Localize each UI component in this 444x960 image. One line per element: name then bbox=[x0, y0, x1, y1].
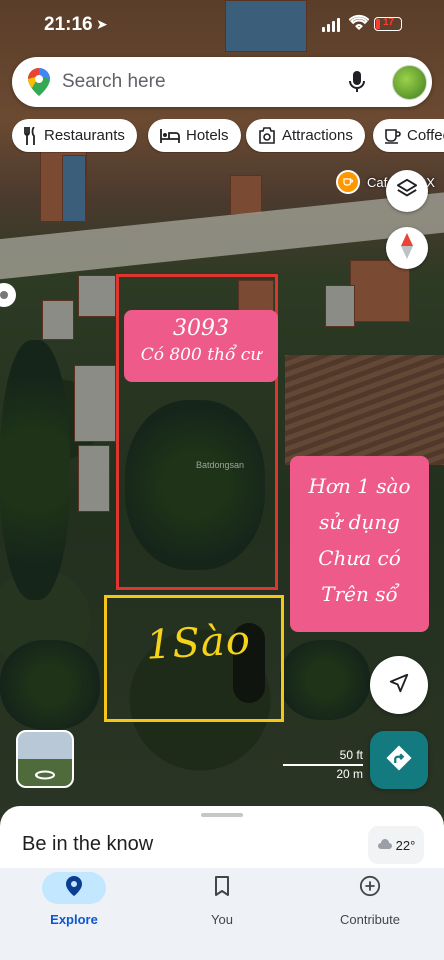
tree-cluster bbox=[280, 640, 370, 720]
search-input[interactable]: Search here bbox=[62, 71, 166, 93]
building bbox=[62, 155, 86, 222]
chip-hotels[interactable]: Hotels bbox=[148, 119, 241, 152]
mic-icon[interactable] bbox=[348, 70, 366, 99]
weather-chip[interactable]: 22° bbox=[368, 826, 424, 864]
tab-label: You bbox=[211, 912, 233, 927]
location-arrow-icon: ➤ bbox=[96, 16, 108, 32]
annotation-usage-note: Hơn 1 sào sử dụng Chưa có Trên sổ bbox=[290, 456, 429, 632]
cloud-icon bbox=[377, 838, 393, 853]
street-view-thumbnail[interactable] bbox=[16, 730, 74, 788]
lot-subtitle-text: Có 800 thổ cư bbox=[140, 345, 262, 365]
battery-level: 17 bbox=[383, 17, 395, 28]
sheet-title: Be in the know bbox=[22, 833, 154, 855]
layers-button[interactable] bbox=[386, 170, 428, 212]
chip-label: Attractions bbox=[282, 127, 353, 144]
bed-icon bbox=[160, 128, 180, 143]
usage-note-line: sử dụng bbox=[319, 510, 400, 534]
building bbox=[78, 445, 110, 512]
navigation-arrow-icon bbox=[388, 672, 410, 699]
directions-button[interactable] bbox=[370, 731, 428, 789]
lot-number-text: 3093 bbox=[173, 316, 229, 341]
compass-button[interactable] bbox=[386, 227, 428, 269]
bottom-navigation: Explore You Contribute bbox=[0, 868, 444, 960]
compass-icon bbox=[400, 232, 414, 264]
chip-coffee[interactable]: Coffee bbox=[373, 119, 444, 152]
watermark: Batdongsan bbox=[196, 460, 245, 470]
building bbox=[78, 275, 116, 317]
clock: 21:16 bbox=[44, 14, 93, 35]
layers-icon bbox=[396, 178, 418, 205]
rotate-360-icon bbox=[31, 770, 59, 784]
building bbox=[350, 260, 410, 322]
tab-you[interactable]: You bbox=[148, 868, 296, 938]
drag-handle[interactable] bbox=[201, 813, 243, 817]
scale-feet: 50 ft bbox=[339, 748, 363, 762]
tree-cluster bbox=[0, 340, 70, 600]
coffee-icon[interactable] bbox=[336, 170, 360, 194]
maps-logo-icon bbox=[28, 68, 50, 101]
chip-label: Restaurants bbox=[44, 127, 125, 144]
tree-cluster bbox=[0, 640, 100, 730]
tab-label: Explore bbox=[50, 912, 98, 927]
plus-circle-icon bbox=[359, 875, 381, 902]
chip-label: Coffee bbox=[407, 127, 444, 144]
explore-pin-icon bbox=[66, 875, 82, 901]
bookmark-icon bbox=[214, 875, 230, 901]
handwritten-area-label: 1Sào bbox=[144, 617, 252, 669]
place-marker-icon[interactable] bbox=[0, 283, 16, 307]
status-bar: 21:16 ➤ 17 bbox=[0, 0, 444, 52]
battery-icon: 17 bbox=[374, 17, 402, 31]
chip-label: Hotels bbox=[186, 127, 229, 144]
avatar[interactable] bbox=[392, 65, 427, 100]
my-location-button[interactable] bbox=[370, 656, 428, 714]
building bbox=[230, 175, 262, 215]
usage-note-line: Hơn 1 sào bbox=[308, 474, 411, 498]
tab-explore[interactable]: Explore bbox=[0, 868, 148, 938]
cellular-signal-icon bbox=[322, 18, 340, 32]
fork-knife-icon bbox=[24, 126, 38, 145]
usage-note-line: Chưa có bbox=[318, 546, 401, 570]
camera-icon bbox=[258, 126, 276, 145]
wifi-icon bbox=[348, 14, 370, 35]
building bbox=[325, 285, 355, 327]
building bbox=[74, 365, 116, 442]
annotation-lot-number: 3093 Có 800 thổ cư bbox=[124, 310, 278, 382]
building bbox=[42, 300, 74, 340]
directions-icon bbox=[384, 743, 414, 778]
coffee-icon bbox=[385, 128, 401, 144]
farm-field bbox=[285, 355, 444, 465]
chip-restaurants[interactable]: Restaurants bbox=[12, 119, 137, 152]
tab-label: Contribute bbox=[340, 912, 400, 927]
category-chips: Restaurants Hotels Attractions Coffee bbox=[12, 119, 444, 153]
search-bar[interactable]: Search here bbox=[12, 57, 432, 107]
tab-contribute[interactable]: Contribute bbox=[296, 868, 444, 938]
usage-note-line: Trên sổ bbox=[321, 582, 398, 606]
scale-meters: 20 m bbox=[336, 767, 363, 781]
temperature: 22° bbox=[395, 837, 416, 853]
chip-attractions[interactable]: Attractions bbox=[246, 119, 365, 152]
